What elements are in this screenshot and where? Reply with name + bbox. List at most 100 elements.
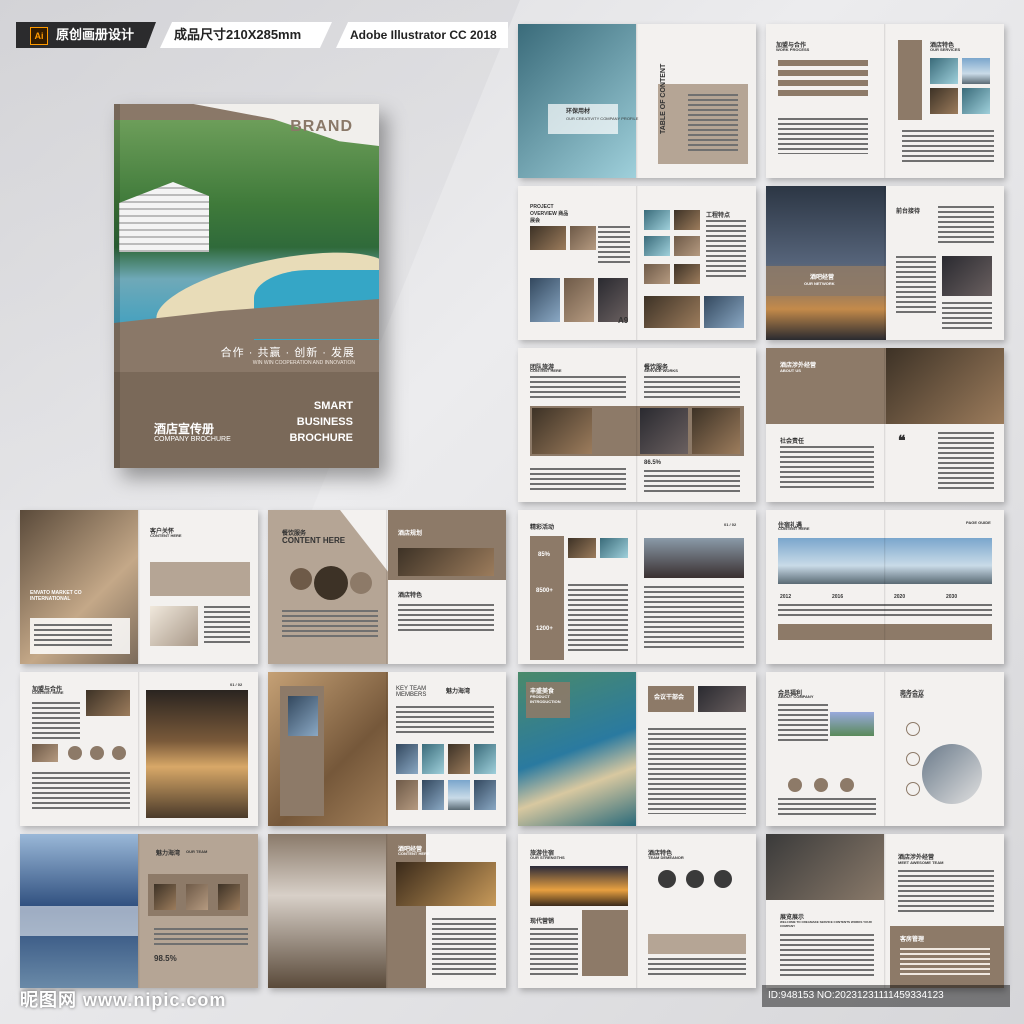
room-circle-photo <box>922 744 982 804</box>
spread-toc: 环保用材 OUR CREATIVITY COMPANY PROFILE TABL… <box>518 24 756 178</box>
room-photo <box>448 744 470 774</box>
text-lines <box>644 470 740 492</box>
text-lines <box>648 728 746 814</box>
pool-photo <box>930 58 958 84</box>
software-tag: Adobe Illustrator CC 2018 <box>336 22 508 48</box>
illustrator-icon: Ai <box>30 26 48 45</box>
tan-band <box>778 624 992 640</box>
spread-title: 酒吧经营 <box>810 275 835 281</box>
spread-bar-operation: 酒吧经营 OUR NETWORK 前台接待 <box>766 186 1004 340</box>
handshake-photo <box>398 548 494 576</box>
toc-lines <box>688 94 738 154</box>
reception-photo <box>268 834 386 988</box>
spread-title: 魅力海湾 <box>156 851 181 857</box>
spread-title: 酒店规划 <box>398 531 423 537</box>
smart-line: SMART <box>313 400 353 412</box>
spread-title: PROJECT OVERVIEW 商品展会 <box>530 204 569 224</box>
landscape-photo <box>830 712 874 736</box>
pool-photo <box>644 210 670 230</box>
restaurant-photo <box>644 296 700 328</box>
toc-title: TABLE OF CONTENT <box>660 63 667 134</box>
text-lines <box>154 928 248 948</box>
spread-subtitle: CONTENT HERE <box>32 690 64 695</box>
text-lines <box>32 702 80 742</box>
spread-subtitle: TIELE HERE <box>900 694 924 699</box>
circle-icon <box>90 746 104 760</box>
interior-photo <box>448 780 470 810</box>
interior-photo <box>674 210 700 230</box>
text-lines <box>938 432 994 492</box>
text-lines <box>648 958 746 978</box>
spread-foreign-operation: 酒店涉外经营 ABOUT US 社会责任 ❝ <box>766 348 1004 502</box>
bar-counter-photo <box>146 690 248 818</box>
text-lines <box>898 870 994 914</box>
spread-title: 客房管理 <box>900 937 925 943</box>
circle-icon <box>840 778 854 792</box>
text-lines <box>778 604 992 618</box>
interior-photo <box>674 264 700 284</box>
avatar <box>714 870 732 888</box>
avatar <box>658 870 676 888</box>
resort-aerial-photo <box>114 120 379 355</box>
beach-photo <box>518 24 636 178</box>
design-tag: Ai 原创画册设计 <box>16 22 156 48</box>
text-lines <box>902 130 994 164</box>
tan-block <box>898 40 922 120</box>
text-lines <box>778 704 828 744</box>
text-lines <box>896 256 936 316</box>
room-photo <box>930 88 958 114</box>
page-badge: A9 <box>618 316 629 325</box>
cover-slogan: 合作 · 共赢 · 创新 · 发展 <box>220 347 355 359</box>
room-photo <box>564 278 594 322</box>
spread-subtitle: CONTENT HERE <box>282 536 346 545</box>
spread-subtitle: OUR SERVICES <box>930 47 961 52</box>
design-tag-label: 原创画册设计 <box>56 27 135 42</box>
watermark: 昵图网 www.nipic.com <box>20 990 227 1010</box>
spread-cuisine: 丰盛美食 PRODUCT INTRODUCTION 会议干部会 <box>518 672 756 826</box>
room-photo <box>154 884 176 910</box>
overlay-band <box>20 906 138 936</box>
spread-team-travel: 团队旅游 CONTENT HERE 餐饮服务 SERVICE WORKS 86.… <box>518 348 756 502</box>
stat-value: 98.5% <box>154 954 177 963</box>
resort-photo <box>422 744 444 774</box>
cover-title-cn: 酒店宣传册 <box>154 422 215 436</box>
brochure-cover: BRAND 合作 · 共赢 · 创新 · 发展 WIN WIN COOPERAT… <box>114 104 379 468</box>
page-label: PAGE GUIDE <box>966 520 991 525</box>
circle-photo <box>290 568 312 590</box>
handshake-photo <box>530 226 566 250</box>
spread-subtitle: OUR TEAM <box>186 849 208 854</box>
cover-slogan-en: WIN WIN COOPERATION AND INNOVATION <box>252 360 355 366</box>
page-number: 01 / 02 <box>230 682 243 687</box>
pool-photo <box>962 88 990 114</box>
tower-photo <box>530 278 560 322</box>
pool-photo <box>644 236 670 256</box>
text-lines <box>530 376 626 400</box>
size-tag: 成品尺寸210X285mm <box>160 22 332 48</box>
spread-catering-service: 餐饮服务 CONTENT HERE 酒店规划 酒店特色 <box>268 510 506 664</box>
circle-icon <box>788 778 802 792</box>
banquet-photo <box>886 348 1004 424</box>
timeline-year: 2016 <box>832 594 844 600</box>
text-lines <box>644 586 744 650</box>
spread-work-process: 加盟与合作 WORK PROCESS 酒店特色 OUR SERVICES <box>766 24 1004 178</box>
spread-subtitle: WORK PROCESS <box>776 47 810 52</box>
circle-icon <box>906 782 920 796</box>
spread-title: 现代营销 <box>530 919 555 925</box>
spread-title: 精彩活动 <box>530 525 555 531</box>
spread-accommodation: 住宿礼遇 CONTENT HERE PAGE GUIDE 2012 2016 2… <box>766 510 1004 664</box>
meeting-photo <box>570 226 596 250</box>
spread-customer-care: ENVATO MARKET CO INTERNATIONAL 客户关怀 CONT… <box>20 510 258 664</box>
stat-value: 85% <box>538 552 551 558</box>
spread-project-overview: PROJECT OVERVIEW 商品展会 工程特点 A9 <box>518 186 756 340</box>
spread-exhibition: 展览展示 WELCOME TO CREAMAKE SERVICE CONTENT… <box>766 834 1004 988</box>
stat-value: 8500+ <box>536 588 553 594</box>
cover-smart-text: SMART BUSINESS BROCHURE <box>289 398 353 446</box>
cover-title-en: COMPANY BROCHURE <box>154 436 231 443</box>
spread-subtitle: CONTENT HERE <box>150 533 182 538</box>
text-lines <box>32 772 130 812</box>
pool-photo <box>644 264 670 284</box>
building-photo <box>422 780 444 810</box>
spread-subtitle: TEAM DEMEANOR <box>648 855 684 860</box>
spread-charm-bay: 魅力海湾 OUR TEAM 98.5% <box>20 834 258 988</box>
spread-title: ENVATO MARKET CO INTERNATIONAL <box>30 590 82 602</box>
